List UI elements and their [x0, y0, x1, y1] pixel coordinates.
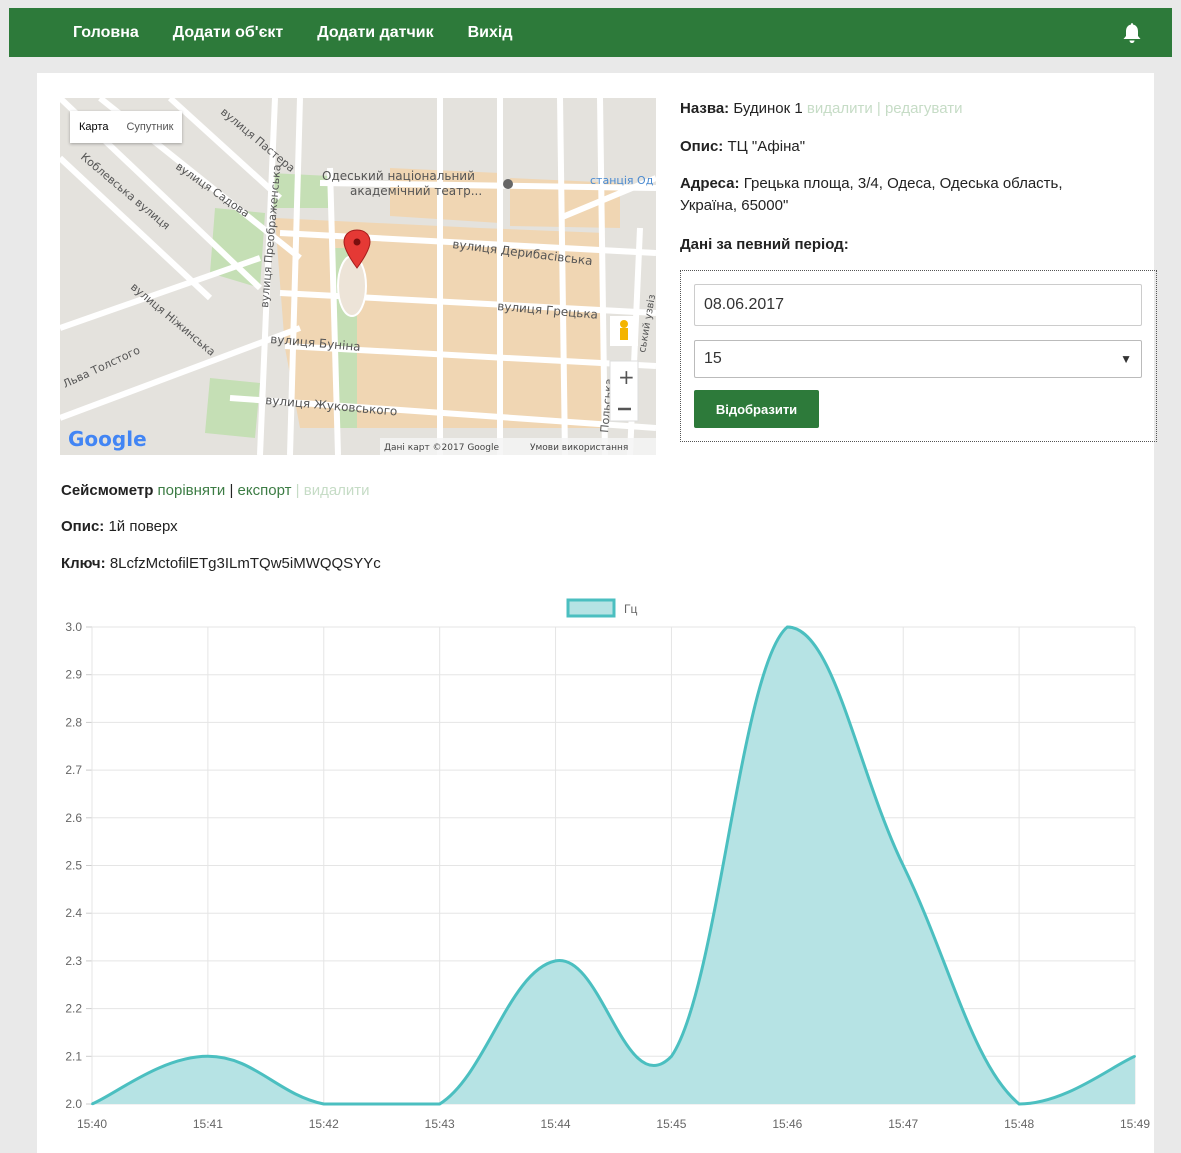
interval-select-value: 15	[704, 350, 722, 367]
y-tick-label: 2.1	[65, 1049, 82, 1063]
sensor-separator: |	[229, 482, 234, 499]
object-name-label: Назва:	[680, 100, 730, 117]
object-desc-value: ТЦ "Афіна"	[727, 138, 806, 155]
date-input[interactable]: 08.06.2017	[694, 284, 1142, 326]
data-point	[1134, 1055, 1136, 1058]
frequency-chart: 3.0 2.9 2.8 2.7 2.6 2.5 2.4 2.3 2.2 2.1 2.0 15:40 15…	[65, 598, 1150, 1131]
data-point	[786, 626, 789, 628]
google-logo: Google	[68, 427, 147, 451]
object-name-row: Назва: Будинок 1 видалити | редагувати	[680, 98, 962, 120]
zoom-in-icon[interactable]: +	[618, 365, 635, 389]
sensor-desc-value: 1й поверх	[108, 518, 178, 535]
map-label-theatre: Одеський національний	[322, 169, 475, 183]
sensor-desc-label: Опис:	[61, 518, 105, 535]
map-type-toggle: Карта Супутник	[70, 111, 183, 143]
map-label-theatre-2: академічний театр...	[350, 184, 482, 198]
object-edit-link[interactable]: редагувати	[885, 100, 962, 117]
sensor-export-link[interactable]: експорт	[238, 482, 292, 499]
y-tick-label: 2.2	[65, 1002, 82, 1016]
map-widget[interactable]: Одеський національний академічний театр.…	[60, 98, 656, 455]
y-tick-label: 2.0	[65, 1097, 82, 1111]
x-tick-label: 15:44	[541, 1117, 571, 1131]
bell-icon[interactable]	[1122, 22, 1142, 44]
sensor-key-value: 8LcfzMctofilETg3ILmTQw5iMWQQSYYc	[109, 555, 381, 572]
map-canvas[interactable]: Одеський національний академічний театр.…	[60, 98, 656, 455]
period-title: Дані за певний період:	[680, 234, 849, 256]
x-tick-label: 15:46	[772, 1117, 802, 1131]
data-point	[91, 1103, 93, 1105]
sensor-name: Сейсмометр	[61, 482, 154, 499]
object-address-label: Адреса:	[680, 175, 740, 192]
object-address-row: Адреса: Грецька площа, 3/4, Одеса, Одесь…	[680, 173, 1063, 217]
x-tick-label: 15:42	[309, 1117, 339, 1131]
data-point	[206, 1055, 209, 1058]
data-point	[322, 1103, 325, 1105]
x-tick-label: 15:48	[1004, 1117, 1034, 1131]
y-tick-label: 2.7	[65, 763, 82, 777]
x-tick-label: 15:41	[193, 1117, 223, 1131]
object-address-value-2: Україна, 65000"	[680, 197, 789, 214]
sensor-key-row: Ключ: 8LcfzMctofilETg3ILmTQw5iMWQQSYYc	[61, 554, 381, 574]
sensor-title-row: Сейсмометр порівняти | експорт | видалит…	[61, 481, 370, 501]
sensor-desc-row: Опис: 1й поверх	[61, 517, 178, 537]
data-point	[438, 1103, 441, 1105]
x-tick-label: 15:49	[1120, 1117, 1150, 1131]
nav-add-object[interactable]: Додати об'єкт	[156, 24, 300, 42]
map-label-station: станція Од	[590, 174, 654, 187]
sensor-key-label: Ключ:	[61, 555, 106, 572]
data-point	[902, 864, 905, 867]
y-tick-label: 3.0	[65, 620, 82, 634]
sensor-delete-link[interactable]: видалити	[304, 482, 370, 499]
legend-swatch	[566, 598, 616, 618]
y-tick-label: 2.8	[65, 715, 82, 729]
x-tick-label: 15:40	[77, 1117, 107, 1131]
object-delete-link[interactable]: видалити	[807, 100, 873, 117]
x-tick-label: 15:45	[656, 1117, 686, 1131]
legend-label: Гц	[624, 602, 637, 616]
y-tick-label: 2.9	[65, 668, 82, 682]
theatre-poi-icon	[503, 179, 513, 189]
show-button[interactable]: Відобразити	[694, 390, 819, 428]
interval-select[interactable]: 15 ▼	[694, 340, 1142, 378]
caret-down-icon: ▼	[1120, 352, 1132, 366]
top-navbar: Головна Додати об'єкт Додати датчик Вихі…	[9, 8, 1172, 57]
map-attribution: Дані карт ©2017 Google	[384, 443, 500, 453]
data-point	[554, 959, 557, 962]
object-name-value: Будинок 1	[733, 100, 803, 117]
nav-logout[interactable]: Вихід	[451, 24, 530, 42]
nav-add-sensor[interactable]: Додати датчик	[300, 24, 450, 42]
period-form: 08.06.2017 15 ▼ Відобразити	[680, 270, 1157, 442]
period-title-text: Дані за певний період:	[680, 236, 849, 253]
map-terms-link[interactable]: Умови використання	[530, 443, 628, 453]
map-type-satellite[interactable]: Супутник	[117, 121, 182, 133]
object-separator: |	[876, 100, 881, 117]
x-tick-label: 15:43	[425, 1117, 455, 1131]
y-tick-label: 2.3	[65, 954, 82, 968]
y-tick-label: 2.5	[65, 859, 82, 873]
object-desc-label: Опис:	[680, 138, 724, 155]
y-tick-label: 2.6	[65, 811, 82, 825]
object-desc-row: Опис: ТЦ "Афіна"	[680, 136, 805, 158]
data-point	[1018, 1103, 1021, 1105]
map-type-map[interactable]: Карта	[70, 121, 117, 133]
object-address-value: Грецька площа, 3/4, Одеса, Одеська облас…	[743, 175, 1063, 192]
data-point	[670, 1055, 673, 1058]
x-tick-label: 15:47	[888, 1117, 918, 1131]
sensor-separator-2: |	[295, 482, 300, 499]
nav-home[interactable]: Головна	[9, 24, 156, 42]
y-tick-label: 2.4	[65, 906, 82, 920]
sensor-compare-link[interactable]: порівняти	[158, 482, 226, 499]
